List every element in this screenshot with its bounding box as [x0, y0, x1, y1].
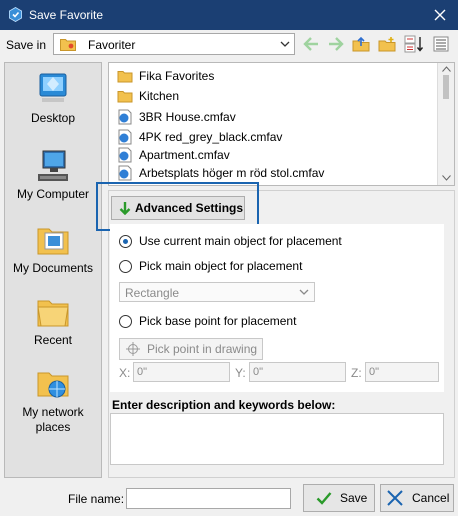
view-menu-button[interactable]	[431, 34, 451, 54]
up-folder-button[interactable]	[351, 34, 371, 54]
folder-up-icon	[352, 36, 370, 52]
pick-point-button[interactable]: Pick point in drawing	[119, 338, 263, 360]
check-icon	[316, 492, 332, 505]
scroll-down-icon[interactable]	[442, 175, 451, 181]
cmfav-file-icon	[118, 129, 132, 145]
placement-option[interactable]: Pick base point for placement	[119, 314, 296, 328]
place-my-documents[interactable]: My Documents	[5, 221, 101, 276]
save-in-value: Favoriter	[88, 38, 136, 52]
file-list-scrollbar[interactable]	[437, 63, 454, 185]
new-folder-icon	[378, 37, 396, 52]
save-button-label: Save	[340, 491, 368, 505]
app-icon	[9, 7, 22, 22]
file-name: 4PK red_grey_black.cmfav	[139, 130, 283, 144]
scroll-thumb[interactable]	[443, 75, 449, 99]
list-item[interactable]: 3BR House.cmfav	[117, 107, 236, 127]
file-name-input[interactable]	[126, 488, 291, 509]
list-item[interactable]: Fika Favorites	[117, 66, 214, 86]
place-my-documents-label: My Documents	[12, 261, 94, 275]
place-desktop[interactable]: Desktop	[5, 71, 101, 126]
file-name: Apartment.cmfav	[139, 148, 230, 162]
z-label: Z:	[351, 366, 362, 380]
sort-button[interactable]	[403, 34, 427, 54]
radio-button[interactable]	[119, 259, 132, 273]
scroll-up-icon[interactable]	[442, 66, 451, 72]
computer-icon	[38, 150, 68, 181]
places-bar: Desktop My Computer My Documents Recent …	[4, 62, 102, 478]
radio-button[interactable]	[119, 314, 132, 328]
place-recent-label: Recent	[33, 333, 73, 347]
y-field[interactable]: 0"	[249, 362, 346, 382]
network-icon	[37, 372, 69, 398]
description-label: Enter description and keywords below:	[112, 398, 336, 412]
place-my-computer-label: My Computer	[16, 187, 90, 201]
documents-icon	[37, 228, 69, 255]
placement-option[interactable]: Use current main object for placement	[119, 234, 342, 248]
cancel-x-icon	[387, 490, 403, 506]
close-button[interactable]	[428, 4, 452, 26]
sort-icon	[404, 35, 424, 53]
placement-option-label: Pick main object for placement	[139, 259, 303, 273]
file-name: Arbetsplats höger m röd stol.cmfav	[139, 166, 325, 180]
x-field[interactable]: 0"	[133, 362, 230, 382]
list-item[interactable]: Arbetsplats höger m röd stol.cmfav	[117, 163, 324, 183]
place-my-computer[interactable]: My Computer	[5, 147, 101, 202]
list-item[interactable]: 4PK red_grey_black.cmfav	[117, 127, 282, 147]
window-title: Save Favorite	[29, 8, 104, 22]
close-icon	[434, 9, 446, 21]
folder-icon	[117, 71, 133, 83]
cancel-button[interactable]: Cancel	[380, 484, 454, 512]
folder-icon	[117, 91, 133, 103]
file-name-label: File name:	[68, 492, 125, 506]
back-button[interactable]	[301, 34, 321, 54]
place-desktop-label: Desktop	[30, 111, 76, 125]
forward-button[interactable]	[326, 34, 346, 54]
cancel-button-label: Cancel	[412, 491, 450, 505]
chevron-down-icon	[299, 289, 309, 295]
save-in-label: Save in	[6, 38, 47, 52]
list-item[interactable]: Apartment.cmfav	[117, 145, 230, 165]
file-list: Fika Favorites Kitchen 3BR House.cmfav 4…	[108, 62, 455, 186]
cmfav-file-icon	[118, 147, 132, 163]
pick-point-label: Pick point in drawing	[147, 342, 258, 356]
folder-star-icon	[60, 39, 76, 51]
cmfav-file-icon	[118, 165, 132, 181]
place-recent[interactable]: Recent	[5, 293, 101, 348]
file-name: Kitchen	[139, 89, 180, 103]
placement-option-label: Use current main object for placement	[139, 234, 342, 248]
list-view-icon	[433, 36, 449, 52]
place-network-label: My network places	[22, 405, 84, 434]
placement-option[interactable]: Pick main object for placement	[119, 259, 302, 273]
placement-option-label: Pick base point for placement	[139, 314, 297, 328]
file-name: 3BR House.cmfav	[139, 110, 236, 124]
y-label: Y:	[235, 366, 246, 380]
radio-button[interactable]	[119, 234, 132, 248]
crosshair-icon	[126, 342, 140, 356]
save-in-combo[interactable]: Favoriter	[53, 33, 295, 55]
x-label: X:	[119, 366, 131, 380]
chevron-down-icon[interactable]	[278, 37, 292, 51]
arrow-right-icon	[329, 37, 344, 51]
list-item[interactable]: Kitchen	[117, 86, 179, 106]
desktop-icon	[39, 73, 67, 102]
title-bar: Save Favorite	[0, 0, 458, 30]
object-type-value: Rectangle	[125, 286, 180, 300]
file-name: Fika Favorites	[139, 69, 215, 83]
description-field[interactable]	[110, 413, 444, 465]
save-button[interactable]: Save	[303, 484, 375, 512]
new-folder-button[interactable]	[377, 34, 397, 54]
recent-folder-icon	[37, 300, 69, 327]
object-type-dropdown[interactable]: Rectangle	[119, 282, 315, 302]
z-field[interactable]: 0"	[365, 362, 439, 382]
place-network[interactable]: My network places	[5, 365, 101, 435]
arrow-left-icon	[303, 37, 318, 51]
cmfav-file-icon	[118, 109, 132, 125]
